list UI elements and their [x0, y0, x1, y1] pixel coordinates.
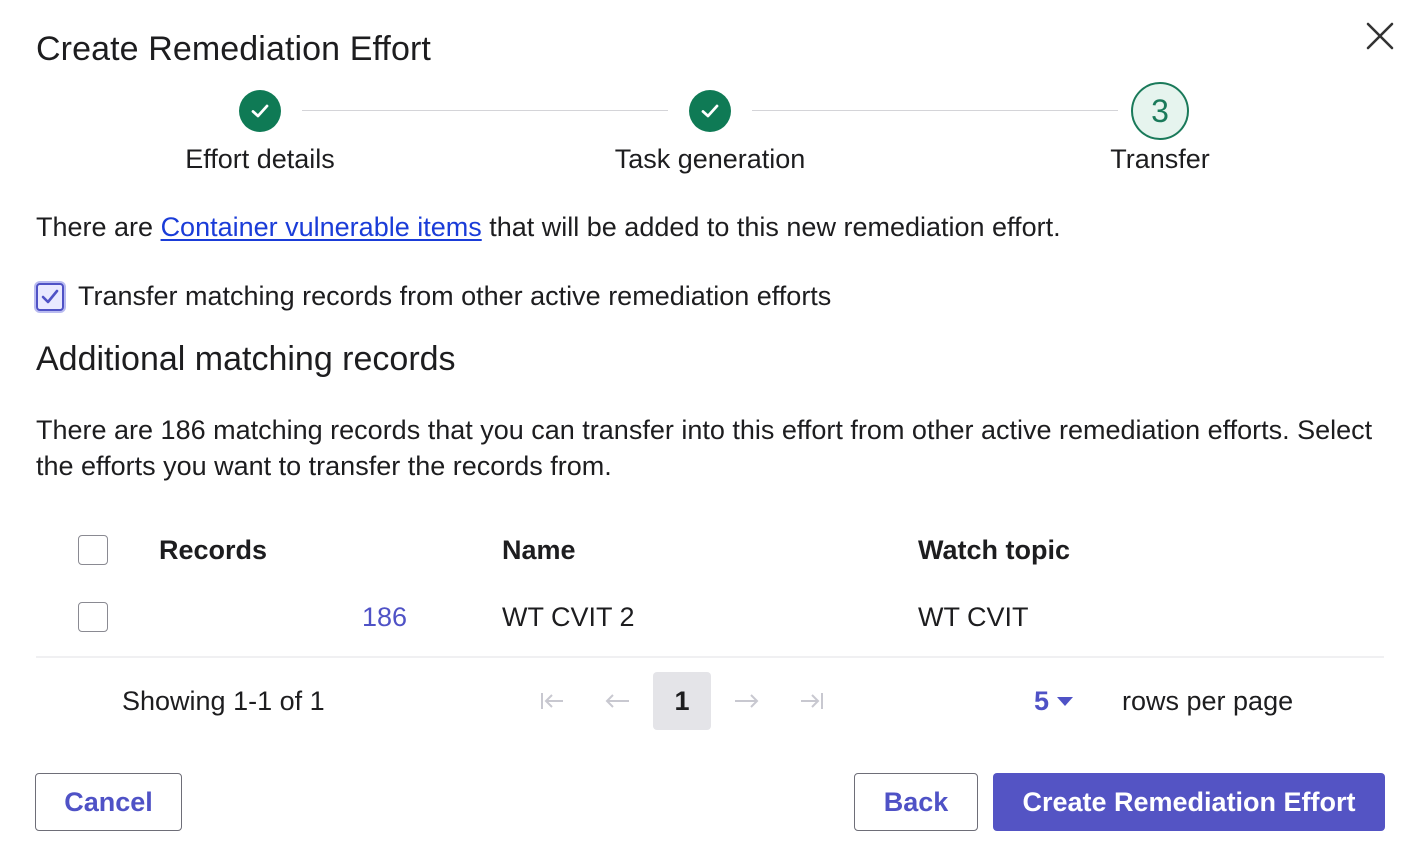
watch-topic: WT CVIT: [918, 601, 1029, 632]
table-row: 186 WT CVIT 2 WT CVIT: [36, 582, 1384, 652]
caret-down-icon: [1057, 696, 1074, 706]
back-button[interactable]: Back: [854, 773, 978, 831]
intro-text: There are Container vulnerable items tha…: [36, 212, 1061, 243]
step-task-generation[interactable]: Task generation: [560, 82, 860, 175]
check-icon: [239, 90, 281, 132]
select-all-checkbox[interactable]: [78, 535, 108, 565]
create-remediation-dialog: Create Remediation Effort Effort details: [0, 0, 1414, 866]
step-number: 3: [1131, 82, 1189, 140]
close-icon: [1366, 22, 1394, 50]
pagination: Showing 1-1 of 1 1 5 rows per page: [36, 670, 1384, 732]
checkmark-icon: [41, 289, 59, 303]
table-divider: [36, 656, 1384, 658]
current-page-button[interactable]: 1: [653, 672, 711, 730]
transfer-option[interactable]: Transfer matching records from other act…: [36, 281, 831, 312]
transfer-label: Transfer matching records from other act…: [78, 281, 832, 311]
next-page-icon[interactable]: [726, 670, 766, 732]
row-checkbox[interactable]: [78, 602, 108, 632]
rows-per-page-select[interactable]: 5: [1034, 670, 1074, 732]
effort-name: WT CVIT 2: [502, 601, 635, 632]
intro-prefix: There are: [36, 212, 161, 242]
column-header-records[interactable]: Records: [159, 520, 267, 580]
step-label: Transfer: [1110, 144, 1210, 174]
section-heading: Additional matching records: [36, 340, 456, 378]
stepper: Effort details Task generation 3 Transfe…: [0, 82, 1414, 182]
container-vulnerable-items-link[interactable]: Container vulnerable items: [161, 212, 482, 242]
column-header-name[interactable]: Name: [502, 520, 576, 580]
step-effort-details[interactable]: Effort details: [110, 82, 410, 175]
first-page-icon[interactable]: [532, 670, 572, 732]
rows-per-page-label: rows per page: [1122, 685, 1294, 716]
last-page-icon[interactable]: [792, 670, 832, 732]
close-button[interactable]: [1360, 16, 1400, 56]
step-transfer[interactable]: 3 Transfer: [1010, 82, 1310, 175]
efforts-table: Records Name Watch topic 186 WT CVIT 2 W…: [36, 520, 1384, 658]
section-description: There are 186 matching records that you …: [36, 415, 1373, 481]
transfer-checkbox[interactable]: [36, 282, 64, 311]
intro-suffix: that will be added to this new remediati…: [481, 212, 1061, 242]
check-icon: [689, 90, 731, 132]
step-label: Task generation: [614, 144, 806, 174]
records-count-link[interactable]: 186: [286, 582, 407, 652]
showing-count: Showing 1-1 of 1: [122, 685, 325, 716]
prev-page-icon[interactable]: [598, 670, 638, 732]
step-label: Effort details: [185, 144, 335, 174]
column-header-watch-topic[interactable]: Watch topic: [918, 520, 1070, 580]
create-remediation-effort-button[interactable]: Create Remediation Effort: [993, 773, 1385, 831]
table-header: Records Name Watch topic: [36, 520, 1384, 580]
dialog-title: Create Remediation Effort: [36, 30, 431, 68]
rows-per-page-value: 5: [1034, 685, 1050, 716]
cancel-button[interactable]: Cancel: [35, 773, 182, 831]
